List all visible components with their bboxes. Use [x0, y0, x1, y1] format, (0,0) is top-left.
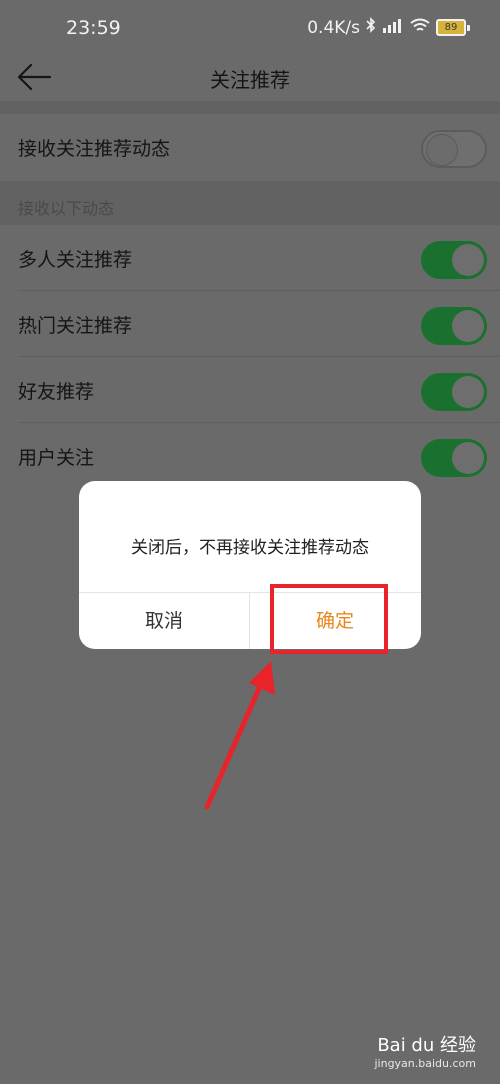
watermark-url: jingyan.baidu.com — [374, 1057, 476, 1070]
status-bar: 23:59 0.4K/s 89 — [0, 0, 500, 58]
list-item-label: 好友推荐 — [18, 381, 95, 403]
master-toggle-label: 接收关注推荐动态 — [18, 138, 171, 160]
battery-level: 89 — [436, 19, 466, 36]
section-label: 接收以下动态 — [18, 199, 115, 218]
bluetooth-icon — [366, 17, 376, 38]
annotation-arrow-icon — [204, 661, 275, 810]
network-speed: 0.4K/s — [307, 17, 360, 38]
watermark-logo: Bai du 经验 — [377, 1035, 476, 1056]
list-item[interactable]: 多人关注推荐 — [0, 225, 500, 291]
master-toggle-switch[interactable] — [421, 130, 487, 168]
list-item[interactable]: 热门关注推荐 — [0, 291, 500, 357]
toggle-switch[interactable] — [421, 439, 487, 477]
cancel-button[interactable]: 取消 — [79, 593, 249, 649]
toggle-switch[interactable] — [421, 307, 487, 345]
list-item-label: 热门关注推荐 — [18, 315, 133, 337]
list-item-label: 用户关注 — [18, 447, 95, 469]
list-item[interactable]: 好友推荐 — [0, 357, 500, 423]
watermark: Bai du 经验 jingyan.baidu.com — [374, 1031, 476, 1070]
annotation-highlight-box — [270, 584, 388, 654]
header: 关注推荐 — [0, 58, 500, 100]
list-item-label: 多人关注推荐 — [18, 249, 133, 271]
wifi-icon — [410, 18, 430, 38]
status-icons: 0.4K/s 89 — [307, 17, 470, 38]
battery-icon: 89 — [436, 19, 470, 36]
signal-icon — [382, 18, 404, 38]
dialog-message: 关闭后，不再接收关注推荐动态 — [131, 538, 369, 558]
master-toggle-row[interactable]: 接收关注推荐动态 — [0, 114, 500, 180]
section-header: 接收以下动态 — [0, 181, 500, 225]
status-time: 23:59 — [66, 17, 121, 39]
screen: 23:59 0.4K/s 89 关注推荐 接收关注推荐动态 接收以下动态 多人关… — [0, 0, 500, 1084]
toggle-switch[interactable] — [421, 241, 487, 279]
toggle-switch[interactable] — [421, 373, 487, 411]
page-title: 关注推荐 — [210, 68, 290, 92]
list-item[interactable]: 用户关注 — [0, 423, 500, 489]
divider — [0, 101, 500, 114]
